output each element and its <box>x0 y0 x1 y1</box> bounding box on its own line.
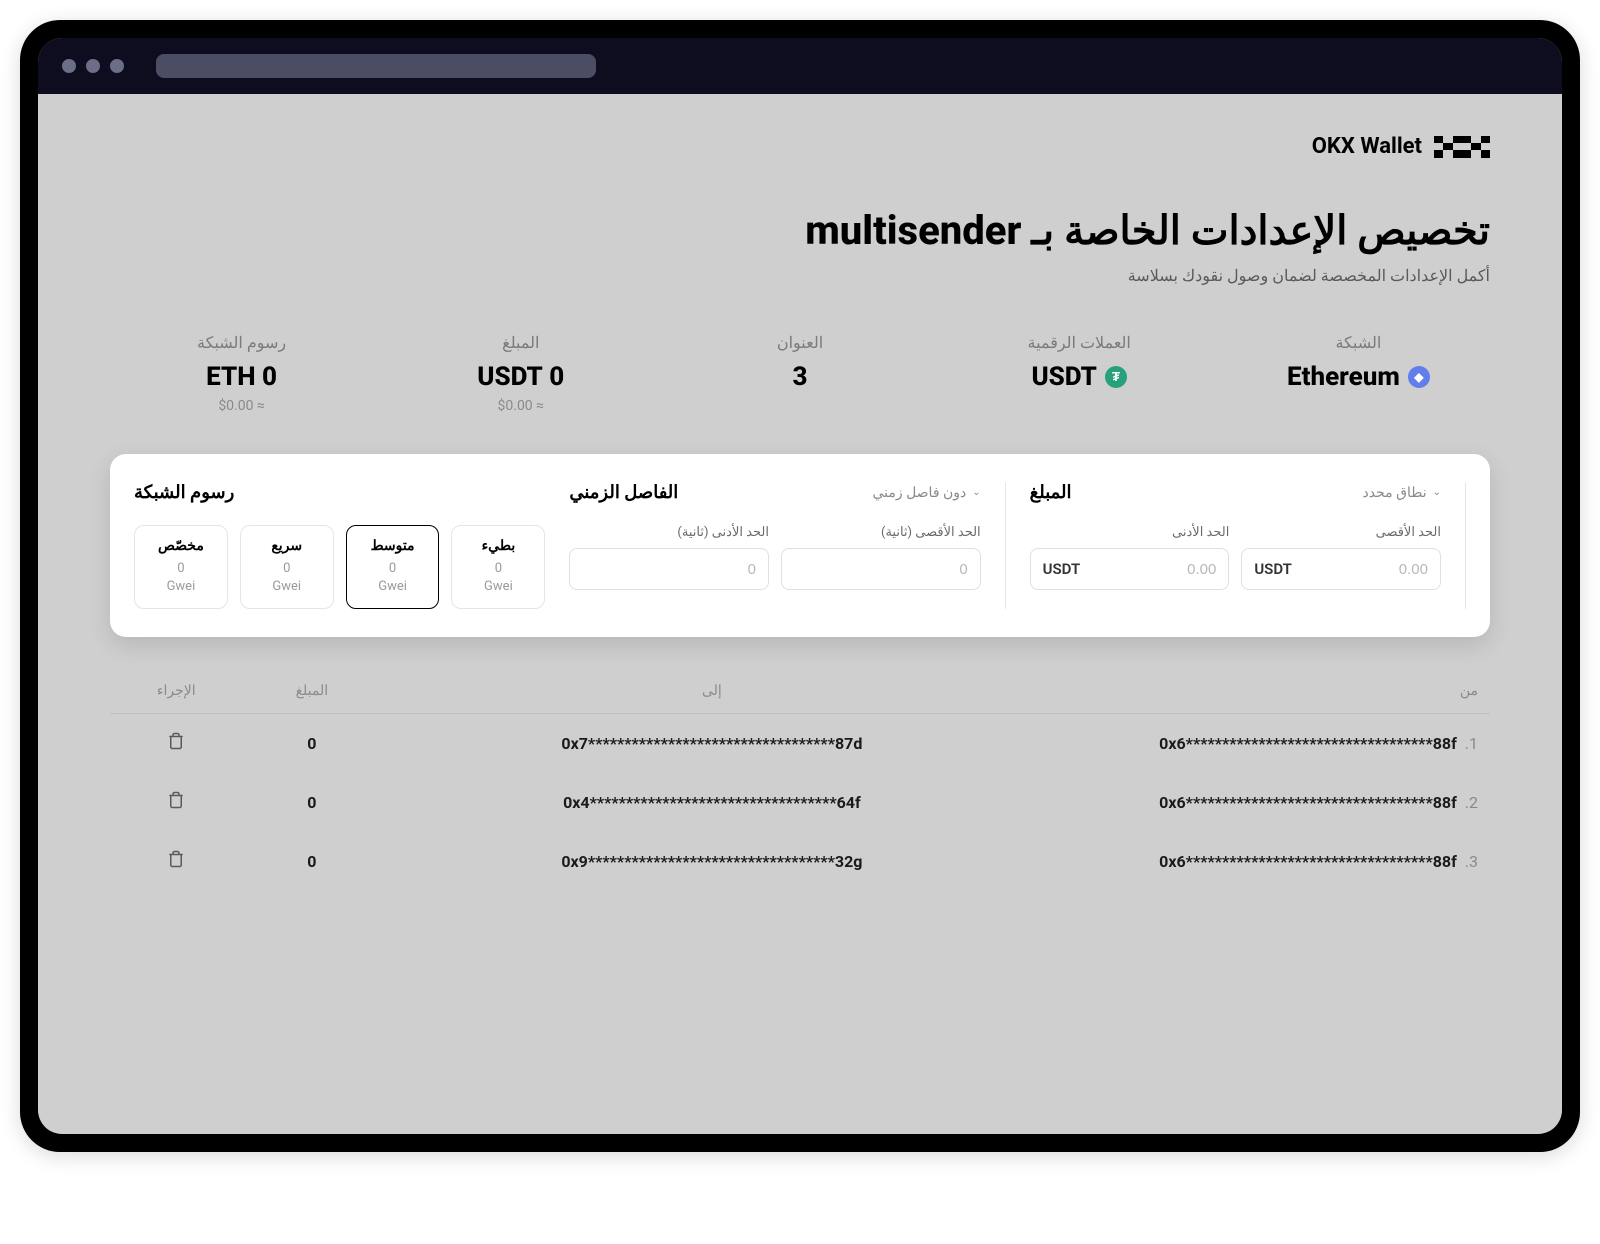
window-maximize-icon[interactable] <box>110 59 124 73</box>
transfers-table: من إلى المبلغ الإجراء 1. 0x6************… <box>110 669 1490 891</box>
trash-icon[interactable] <box>167 732 185 754</box>
window-close-icon[interactable] <box>62 59 76 73</box>
page-content: OKX Wallet تخصيص الإعدادات الخاصة بـ mul… <box>38 94 1562 1134</box>
table-header-row: من إلى المبلغ الإجراء <box>110 669 1490 714</box>
cell-from: 2. 0x6**********************************… <box>1031 793 1478 812</box>
summary-address-label: العنوان <box>668 333 931 352</box>
amount-min-input[interactable] <box>1088 561 1216 578</box>
table-row: 2. 0x6**********************************… <box>110 773 1490 832</box>
browser-bar <box>38 38 1562 94</box>
cell-amount: 0 <box>231 793 394 812</box>
gas-options: مخصّص 0Gwei سريع 0Gwei متوسط 0Gwei بطي <box>134 525 545 609</box>
interval-max-label: الحد الأقصى (ثانية) <box>781 525 981 540</box>
amount-mode-label: نطاق محدد <box>1362 485 1426 501</box>
amount-max-currency: USDT <box>1254 560 1292 578</box>
summary-token-text: USDT <box>1031 362 1097 392</box>
url-bar[interactable] <box>156 54 596 78</box>
gas-option-slow-name: بطيء <box>458 538 538 554</box>
cell-amount: 0 <box>231 734 394 753</box>
amount-section: ⌄ نطاق محدد المبلغ الحد الأقصى USDT <box>1030 482 1466 609</box>
summary-fee-value: 0 ETH <box>110 362 373 392</box>
gas-option-medium-name: متوسط <box>353 538 433 554</box>
amount-mode-dropdown[interactable]: ⌄ نطاق محدد <box>1362 485 1441 501</box>
summary-token-label: العملات الرقمية <box>948 333 1211 352</box>
gas-option-slow-val: 0Gwei <box>458 560 538 596</box>
ethereum-icon <box>1408 366 1430 388</box>
summary-amount-sub: ≈ $0.00 <box>389 398 652 414</box>
cell-from: 3. 0x6**********************************… <box>1031 852 1478 871</box>
config-card: رسوم الشبكة مخصّص 0Gwei سريع 0Gwei متوسط <box>110 454 1490 637</box>
interval-section: ⌄ دون فاصل زمني الفاصل الزمني الحد الأقص… <box>569 482 1005 609</box>
interval-min-input-wrap <box>569 548 769 590</box>
trash-icon[interactable] <box>167 791 185 813</box>
interval-max-input[interactable] <box>794 561 968 578</box>
summary-fee-label: رسوم الشبكة <box>110 333 373 352</box>
interval-max-input-wrap <box>781 548 981 590</box>
cell-to: 0x4**********************************64f <box>393 793 1030 812</box>
summary-network-value: Ethereum <box>1227 362 1490 392</box>
gas-option-fast-name: سريع <box>247 538 327 554</box>
interval-mode-dropdown[interactable]: ⌄ دون فاصل زمني <box>872 485 980 501</box>
gas-option-custom[interactable]: مخصّص 0Gwei <box>134 525 228 609</box>
interval-section-title: الفاصل الزمني <box>569 482 678 503</box>
summary-address: العنوان 3 <box>668 333 931 414</box>
summary-network: الشبكة Ethereum <box>1227 333 1490 414</box>
summary-token: العملات الرقمية ₮ USDT <box>948 333 1211 414</box>
gas-option-fast[interactable]: سريع 0Gwei <box>240 525 334 609</box>
summary-network-text: Ethereum <box>1287 362 1400 392</box>
window-controls <box>62 59 124 73</box>
gas-option-custom-val: 0Gwei <box>141 560 221 596</box>
interval-min-label: الحد الأدنى (ثانية) <box>569 525 769 540</box>
page-subtitle: أكمل الإعدادات المخصصة لضمان وصول نقودك … <box>110 266 1490 285</box>
summary-fee: رسوم الشبكة 0 ETH ≈ $0.00 <box>110 333 373 414</box>
page-title: تخصيص الإعدادات الخاصة بـ multisender <box>110 207 1490 254</box>
gas-section-title: رسوم الشبكة <box>134 482 234 503</box>
th-amount: المبلغ <box>231 683 394 699</box>
summary-fee-sub: ≈ $0.00 <box>110 398 373 414</box>
trash-icon[interactable] <box>167 850 185 872</box>
cell-amount: 0 <box>231 852 394 871</box>
interval-mode-label: دون فاصل زمني <box>872 485 966 501</box>
amount-min-currency: USDT <box>1043 560 1081 578</box>
usdt-icon: ₮ <box>1105 366 1127 388</box>
amount-min-input-wrap: USDT <box>1030 548 1230 590</box>
interval-min-input[interactable] <box>582 561 756 578</box>
cell-to: 0x9**********************************32g <box>393 852 1030 871</box>
gas-option-fast-val: 0Gwei <box>247 560 327 596</box>
gas-option-slow[interactable]: بطيء 0Gwei <box>451 525 545 609</box>
browser-window: OKX Wallet تخصيص الإعدادات الخاصة بـ mul… <box>38 38 1562 1134</box>
window-minimize-icon[interactable] <box>86 59 100 73</box>
table-row: 1. 0x6**********************************… <box>110 714 1490 773</box>
gas-option-medium[interactable]: متوسط 0Gwei <box>346 525 440 609</box>
wallet-name: OKX Wallet <box>1312 134 1422 159</box>
gas-option-medium-val: 0Gwei <box>353 560 433 596</box>
amount-max-label: الحد الأقصى <box>1241 525 1441 540</box>
gas-option-custom-name: مخصّص <box>141 538 221 554</box>
gas-section: رسوم الشبكة مخصّص 0Gwei سريع 0Gwei متوسط <box>134 482 545 609</box>
summary-row: الشبكة Ethereum العملات الرقمية ₮ USDT ا… <box>110 333 1490 414</box>
device-frame: OKX Wallet تخصيص الإعدادات الخاصة بـ mul… <box>20 20 1580 1152</box>
th-to: إلى <box>393 683 1030 699</box>
cell-from: 1. 0x6**********************************… <box>1031 734 1478 753</box>
th-action: الإجراء <box>122 683 230 699</box>
amount-section-title: المبلغ <box>1030 482 1072 503</box>
amount-min-label: الحد الأدنى <box>1030 525 1230 540</box>
summary-amount-label: المبلغ <box>389 333 652 352</box>
wallet-header: OKX Wallet <box>110 134 1490 159</box>
okx-logo-icon <box>1434 136 1490 158</box>
chevron-down-icon: ⌄ <box>972 487 980 498</box>
summary-address-value: 3 <box>668 362 931 392</box>
cell-to: 0x7**********************************87d <box>393 734 1030 753</box>
summary-amount: المبلغ 0 USDT ≈ $0.00 <box>389 333 652 414</box>
summary-amount-value: 0 USDT <box>389 362 652 392</box>
chevron-down-icon: ⌄ <box>1433 487 1441 498</box>
table-row: 3. 0x6**********************************… <box>110 832 1490 891</box>
th-from: من <box>1031 683 1478 699</box>
amount-max-input[interactable] <box>1300 561 1428 578</box>
amount-max-input-wrap: USDT <box>1241 548 1441 590</box>
summary-token-value: ₮ USDT <box>948 362 1211 392</box>
summary-network-label: الشبكة <box>1227 333 1490 352</box>
